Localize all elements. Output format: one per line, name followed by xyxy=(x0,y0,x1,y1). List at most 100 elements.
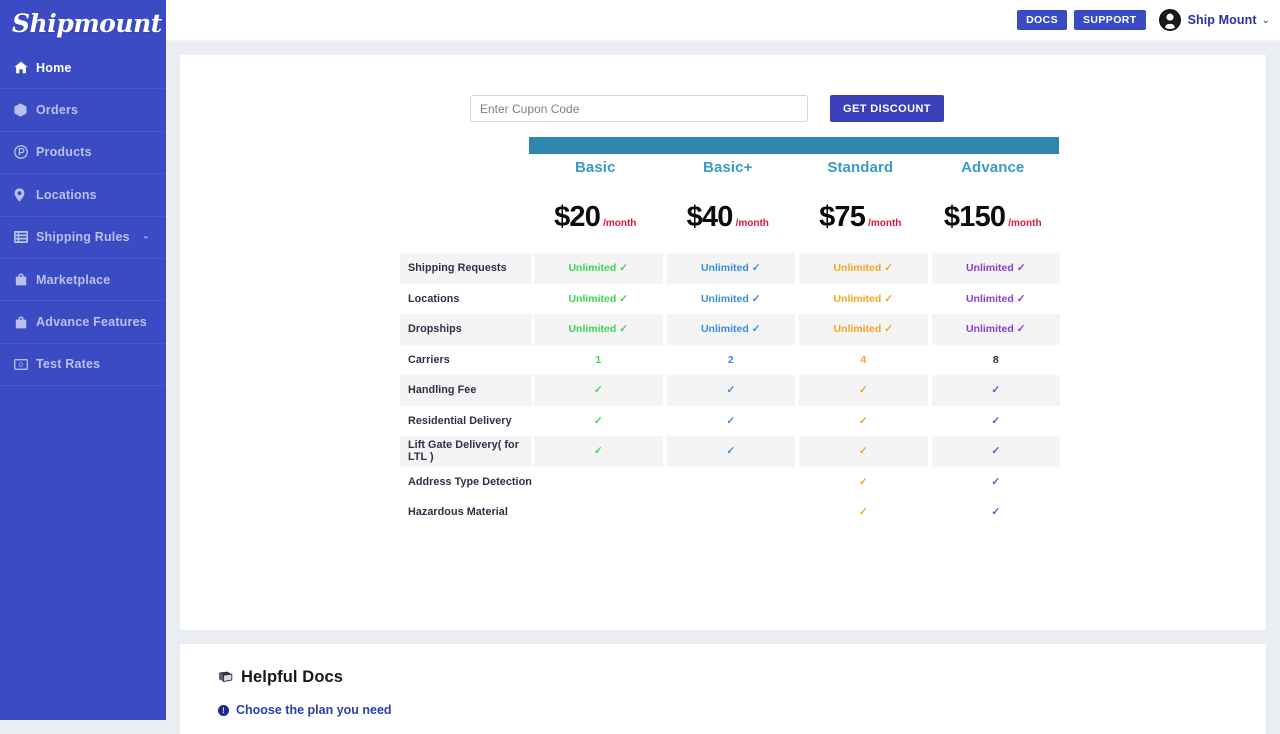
avatar xyxy=(1158,9,1181,31)
sidebar-nav: Home Orders Products Locations Shipping Rule… xyxy=(0,47,166,387)
feature-value: Unlimited ✓ xyxy=(532,314,665,345)
feature-value: Unlimited ✓ xyxy=(929,314,1062,345)
sidebar-item-label: Home xyxy=(36,60,72,75)
plan-title: Basic xyxy=(574,159,616,176)
table-row: Address Type Detection ✓ ✓ xyxy=(400,466,1062,497)
support-button[interactable]: SUPPORT xyxy=(1074,9,1146,31)
feature-label: Dropships xyxy=(400,314,532,345)
feature-value xyxy=(532,466,665,497)
feature-value: ✓ xyxy=(664,436,797,467)
plan-period: /month xyxy=(868,218,902,229)
feature-value: ✓ xyxy=(929,497,1062,528)
rate-icon: 0 xyxy=(14,358,36,370)
chevron-down-icon: ⌄ xyxy=(1261,14,1270,26)
sidebar-item-label: Products xyxy=(36,145,92,160)
table-row: Hazardous Material ✓ ✓ xyxy=(400,497,1062,528)
feature-value: ✓ xyxy=(929,405,1062,436)
feature-value: ✓ xyxy=(664,405,797,436)
plan-amount: $20 xyxy=(554,201,601,233)
profile-name: Ship Mount xyxy=(1187,13,1257,27)
home-icon xyxy=(14,61,36,74)
helpful-docs-title: Helpful Docs xyxy=(218,668,1266,687)
feature-value: 1 xyxy=(532,344,665,375)
sidebar-item-label: Test Rates xyxy=(36,357,101,372)
book-icon xyxy=(218,671,233,684)
table-row: Shipping Requests Unlimited ✓ Unlimited ✓ U… xyxy=(400,253,1062,284)
plan-title: Advance xyxy=(961,159,1025,176)
sidebar-item-marketplace[interactable]: Marketplace xyxy=(0,259,166,302)
table-row: Dropships Unlimited ✓ Unlimited ✓ Unlimited… xyxy=(400,314,1062,345)
table-row: Locations Unlimited ✓ Unlimited ✓ Unlimited… xyxy=(400,283,1062,314)
sidebar-item-label: Locations xyxy=(36,187,97,202)
pricing-card: GET DISCOUNT Basic$20/monthBUY NOWBasic+… xyxy=(180,55,1266,630)
feature-value: Unlimited ✓ xyxy=(664,314,797,345)
feature-value: ✓ xyxy=(797,497,930,528)
sidebar-item-orders[interactable]: Orders xyxy=(0,89,166,132)
feature-value: ✓ xyxy=(532,405,665,436)
feature-value: ✓ xyxy=(929,436,1062,467)
table-row: Handling Fee ✓ ✓ ✓ ✓ xyxy=(400,375,1062,406)
sidebar-item-shipping-rules[interactable]: Shipping Rules ⌄ xyxy=(0,217,166,259)
sidebar-item-label: Advance Features xyxy=(36,315,147,330)
coupon-row: GET DISCOUNT xyxy=(470,95,944,122)
choose-plan-link[interactable]: Choose the plan you need xyxy=(236,703,392,717)
top-bar: DOCS SUPPORT Ship Mount ⌄ xyxy=(166,0,1280,45)
bag-icon xyxy=(14,315,36,329)
plan-period: /month xyxy=(735,218,769,229)
feature-label: Address Type Detection xyxy=(408,475,532,488)
feature-value: Unlimited ✓ xyxy=(797,253,930,284)
feature-value: Unlimited ✓ xyxy=(929,253,1062,284)
feature-value: ✓ xyxy=(797,466,930,497)
list-icon xyxy=(14,231,36,244)
feature-value: Unlimited ✓ xyxy=(532,283,665,314)
plan-price: $75/month xyxy=(794,201,927,234)
sidebar: Shipmount Home Orders Products Locations Shi… xyxy=(0,0,166,720)
feature-value: ✓ xyxy=(532,375,665,406)
plans-header-bar xyxy=(529,137,1059,154)
sidebar-item-locations[interactable]: Locations xyxy=(0,174,166,217)
table-row: Residential Delivery ✓ ✓ ✓ ✓ xyxy=(400,405,1062,436)
docs-button[interactable]: DOCS xyxy=(1017,9,1067,31)
bag-icon xyxy=(14,273,36,286)
get-discount-button[interactable]: GET DISCOUNT xyxy=(830,95,944,122)
plan-price: $20/month xyxy=(529,201,662,234)
feature-value: 8 xyxy=(929,344,1062,375)
sidebar-item-home[interactable]: Home xyxy=(0,47,166,90)
feature-label: Locations xyxy=(408,292,460,305)
sidebar-item-label: Marketplace xyxy=(36,272,111,287)
map-pin-icon xyxy=(14,188,36,202)
feature-label: Carriers xyxy=(408,353,450,366)
feature-value: ✓ xyxy=(797,436,930,467)
sidebar-item-label: Shipping Rules xyxy=(36,230,130,245)
sidebar-item-products[interactable]: Products xyxy=(0,132,166,175)
brand-logo[interactable]: Shipmount xyxy=(0,0,166,47)
feature-value xyxy=(664,466,797,497)
feature-value: ✓ xyxy=(929,466,1062,497)
chevron-down-icon[interactable]: ⌄ xyxy=(142,231,150,242)
profile-menu[interactable]: Ship Mount ⌄ xyxy=(1158,9,1270,31)
box-icon xyxy=(14,103,36,117)
helpful-docs-link-row[interactable]: ! Choose the plan you need xyxy=(218,703,1266,717)
plan-amount: $75 xyxy=(819,201,866,233)
feature-label: Lift Gate Delivery( for LTL ) xyxy=(400,436,532,467)
feature-value: Unlimited ✓ xyxy=(797,283,930,314)
brand-name: Shipmount xyxy=(12,9,162,38)
feature-label: Shipping Requests xyxy=(400,253,532,284)
feature-value: ✓ xyxy=(797,405,930,436)
feature-value xyxy=(664,497,797,528)
plan-amount: $150 xyxy=(943,201,1006,233)
plan-title: Basic+ xyxy=(703,159,753,176)
sidebar-item-test-rates[interactable]: 0 Test Rates xyxy=(0,344,166,387)
feature-value: Unlimited ✓ xyxy=(664,253,797,284)
feature-value: ✓ xyxy=(664,375,797,406)
sidebar-item-advance-features[interactable]: Advance Features xyxy=(0,301,166,344)
table-row: Carriers 1 2 4 8 xyxy=(400,344,1062,375)
info-icon: ! xyxy=(218,704,229,716)
feature-value: Unlimited ✓ xyxy=(929,283,1062,314)
feature-value: Unlimited ✓ xyxy=(664,283,797,314)
plan-price: $150/month xyxy=(927,201,1060,234)
coupon-code-input[interactable] xyxy=(470,95,808,122)
feature-value: 2 xyxy=(664,344,797,375)
feature-value: ✓ xyxy=(797,375,930,406)
feature-label: Handling Fee xyxy=(400,375,532,406)
